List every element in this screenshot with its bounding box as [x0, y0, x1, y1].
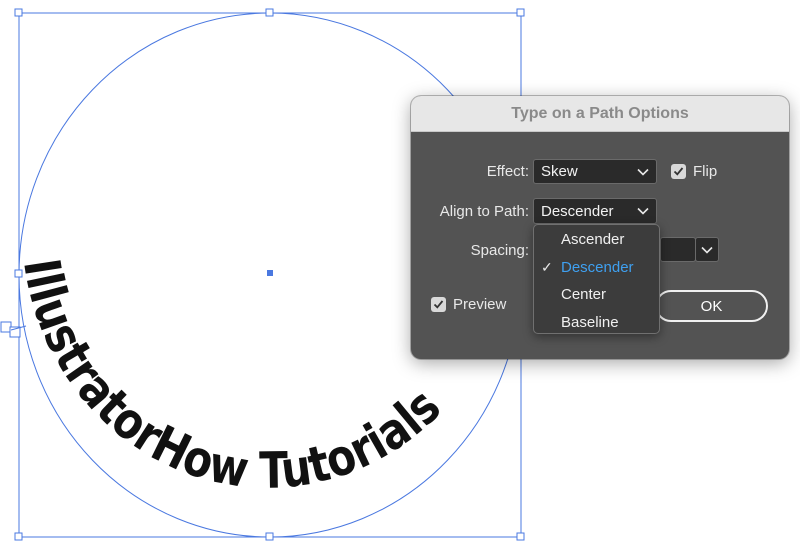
align-value: Descender	[541, 202, 614, 220]
flip-checkbox[interactable]	[671, 164, 686, 179]
align-label: Align to Path:	[439, 203, 529, 220]
menu-item-label: Baseline	[561, 313, 619, 331]
handle-top-right[interactable]	[516, 8, 525, 17]
flip-label: Flip	[693, 163, 718, 180]
effect-value: Skew	[541, 163, 578, 180]
handle-bottom-left[interactable]	[14, 532, 23, 541]
dialog-title: Type on a Path Options	[411, 96, 789, 132]
effect-select[interactable]: Skew	[533, 159, 657, 184]
handle-bottom-right[interactable]	[516, 532, 525, 541]
preview-label: Preview	[453, 296, 507, 313]
center-point	[267, 270, 273, 276]
align-to-path-select[interactable]: Descender	[533, 198, 657, 224]
menu-item-descender[interactable]: ✓ Descender	[534, 254, 659, 282]
menu-item-baseline[interactable]: Baseline	[534, 309, 659, 337]
spacing-input[interactable]	[660, 237, 696, 262]
chevron-down-icon	[637, 168, 649, 176]
spacing-dropdown-button[interactable]	[695, 237, 719, 262]
chevron-down-icon	[637, 207, 649, 215]
checkmark-icon	[433, 300, 444, 309]
align-to-path-menu: Ascender ✓ Descender Center Baseline	[533, 224, 660, 334]
handle-bottom-middle[interactable]	[265, 532, 274, 541]
menu-item-label: Center	[561, 286, 607, 303]
curved-type[interactable]: IllustratorHow Tutorials	[12, 255, 452, 500]
menu-item-ascender[interactable]: Ascender	[534, 226, 659, 254]
menu-item-label: Descender	[561, 258, 634, 276]
checkmark-icon: ✓	[541, 258, 553, 275]
ok-button[interactable]: OK	[655, 290, 768, 322]
menu-item-label: Ascender	[561, 231, 625, 248]
handle-top-left[interactable]	[14, 8, 23, 17]
handle-top-middle[interactable]	[265, 8, 274, 17]
spacing-label: Spacing:	[470, 242, 529, 259]
menu-item-center[interactable]: Center	[534, 281, 659, 309]
effect-label: Effect:	[486, 163, 529, 180]
checkmark-icon	[673, 167, 684, 176]
chevron-down-icon	[701, 246, 713, 254]
preview-checkbox[interactable]	[431, 297, 446, 312]
